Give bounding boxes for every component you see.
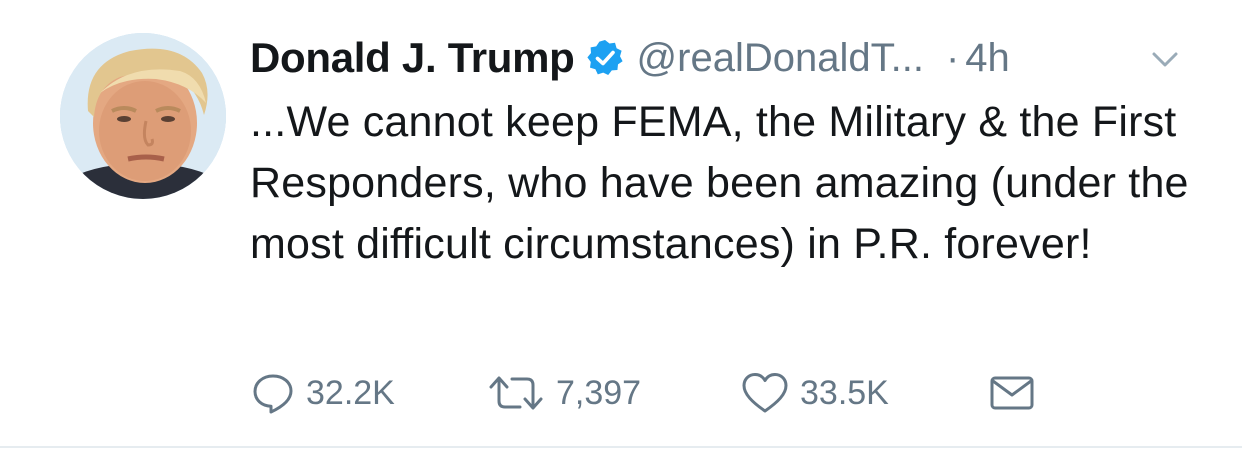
tweet-text: ...We cannot keep FEMA, the Military & t…	[250, 98, 1189, 268]
avatar[interactable]	[60, 33, 226, 199]
retweet-count: 7,397	[556, 373, 642, 412]
chevron-down-icon[interactable]	[1148, 42, 1182, 76]
tweet[interactable]: Donald J. Trump @realDonaldT... · 4h ...…	[0, 0, 1242, 454]
direct-message-button[interactable]	[988, 365, 1036, 421]
tweet-timestamp[interactable]: 4h	[965, 36, 1010, 81]
profile-photo	[60, 33, 226, 199]
time-separator: ·	[945, 35, 960, 80]
like-count: 33.5K	[800, 373, 889, 412]
reply-button[interactable]: 32.2K	[250, 365, 395, 421]
heart-icon	[740, 370, 790, 416]
reply-count: 32.2K	[306, 373, 395, 412]
reply-icon	[250, 370, 296, 416]
envelope-icon	[988, 370, 1036, 416]
author-name[interactable]: Donald J. Trump	[250, 34, 575, 82]
tweet-actions: 32.2K 7,397 33.5K	[250, 365, 1150, 421]
tweet-header: Donald J. Trump @realDonaldT... · 4h	[250, 30, 1010, 86]
like-button[interactable]: 33.5K	[740, 365, 889, 421]
verified-badge-icon	[585, 38, 625, 78]
tweet-divider	[0, 446, 1242, 448]
author-handle[interactable]: @realDonaldT...	[637, 36, 924, 81]
retweet-button[interactable]: 7,397	[486, 365, 641, 421]
retweet-icon	[486, 370, 546, 416]
